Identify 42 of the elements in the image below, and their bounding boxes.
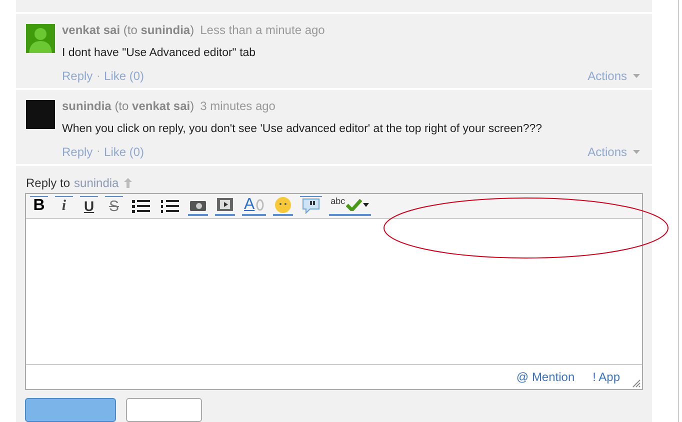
spell-button[interactable]: abc <box>328 196 372 216</box>
caret-icon <box>633 74 640 78</box>
emoji-button[interactable] <box>272 196 293 216</box>
comment-author-line: sunindia (to venkat sai) <box>62 98 194 113</box>
comment-text: When you click on reply, you don't see 'Use advanced editor' at the top right of your screen??? <box>62 122 544 135</box>
comment-time: 3 minutes ago <box>200 98 276 113</box>
strike-button[interactable]: S <box>105 196 123 216</box>
footer-link[interactable]: ! App <box>592 370 620 384</box>
caret-icon <box>633 150 640 154</box>
separator-dot: · <box>96 70 100 82</box>
footer-link[interactable]: @ Mention <box>516 370 575 384</box>
up-arrow-icon <box>122 178 133 188</box>
caret-icon <box>363 202 370 207</box>
numbered-list-icon <box>161 198 179 213</box>
reply-label: Reply to <box>26 176 70 190</box>
chain-link-icon <box>256 198 264 211</box>
italic-button[interactable]: i <box>55 196 73 216</box>
quote-bubble-icon <box>302 198 320 214</box>
bullet-list-icon <box>132 198 150 213</box>
film-icon <box>217 198 233 212</box>
like-link[interactable]: Like (0) <box>104 144 144 159</box>
reply-target-link[interactable]: sunindia <box>74 176 119 190</box>
separator-dot: · <box>96 146 100 158</box>
comment-time: Less than a minute ago <box>200 23 325 37</box>
resize-grip-icon[interactable] <box>632 379 641 388</box>
photo-placeholder <box>26 100 55 129</box>
quote-button[interactable] <box>300 196 322 216</box>
like-link[interactable]: Like (0) <box>104 69 144 83</box>
checkmark-icon <box>346 198 362 211</box>
reply-link[interactable]: Reply <box>62 144 93 159</box>
link-button[interactable]: A <box>242 196 266 216</box>
comment-author-line: venkat sai (to sunindia) <box>62 23 194 37</box>
smiley-icon <box>274 196 291 213</box>
camera-icon <box>190 198 206 211</box>
underline-button[interactable]: U <box>80 196 98 216</box>
actions-menu[interactable]: Actions <box>588 69 640 83</box>
actions-menu[interactable]: Actions <box>588 144 640 159</box>
comment-text: I dont have "Use Advanced editor" tab <box>62 47 257 59</box>
avatar-silhouette-icon <box>26 24 55 53</box>
reply-link[interactable]: Reply <box>62 69 93 83</box>
video-button[interactable] <box>215 196 235 216</box>
bold-button[interactable]: B <box>30 196 48 216</box>
